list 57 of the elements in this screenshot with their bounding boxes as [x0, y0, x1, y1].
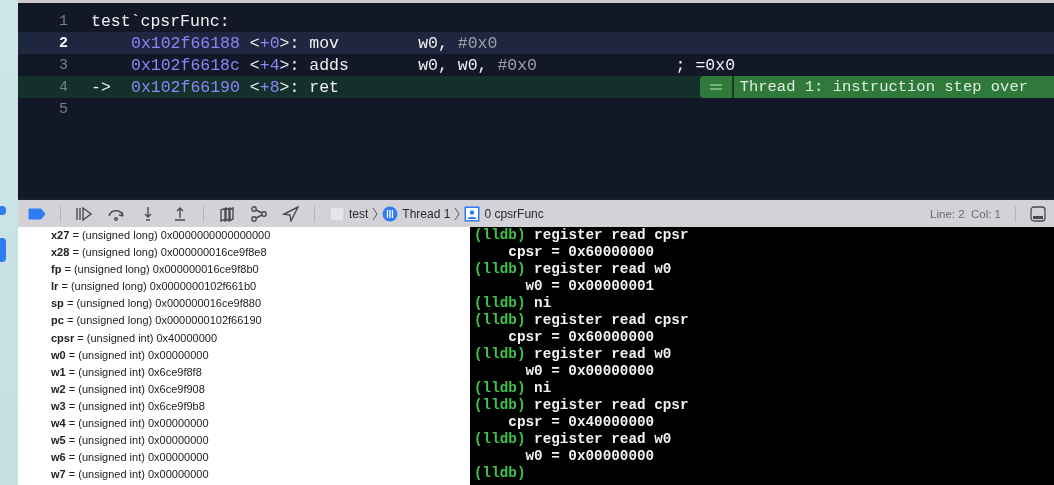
badge-text: Thread 1: instruction step over: [738, 77, 1029, 98]
pc-arrow: ->: [91, 77, 111, 97]
variable-row[interactable]: w7 = (unsigned int) 0x00000000: [51, 466, 470, 484]
console-command: (lldb) ni: [474, 380, 553, 397]
console-command: (lldb): [474, 465, 527, 482]
console-command: (lldb) register read w0: [474, 346, 673, 363]
cursor-position: Line: 2 Col: 1: [930, 207, 1001, 220]
console-output: w0 = 0x00000000: [524, 448, 656, 465]
variable-row[interactable]: w6 = (unsigned int) 0x00000000: [51, 449, 470, 467]
console-command: (lldb) register read cpsr: [474, 397, 690, 414]
variable-row[interactable]: x28 = (unsigned long) 0x000000016ce9f8e8: [51, 244, 470, 262]
line-number: 2: [58, 34, 68, 52]
console-command: (lldb) register read cpsr: [474, 312, 690, 329]
console-output: cpsr = 0x60000000: [507, 329, 656, 346]
layers-icon[interactable]: [218, 205, 236, 222]
console-output: cpsr = 0x60000000: [507, 244, 656, 261]
console-output: cpsr = 0x40000000: [507, 414, 656, 431]
console-output: w0 = 0x00000000: [524, 363, 656, 380]
variable-row[interactable]: w1 = (unsigned int) 0x6ce9f8f8: [51, 363, 470, 381]
console-command: (lldb) ni: [474, 295, 553, 312]
breadcrumb-item[interactable]: test: [329, 205, 369, 222]
code-line: 0x102f66188 <+0>: mov w0, #0x0: [131, 33, 498, 53]
breakpoints-toggle[interactable]: [28, 207, 46, 220]
variable-row[interactable]: w5 = (unsigned int) 0x00000000: [51, 432, 470, 450]
chevron-icon: [372, 206, 379, 221]
variable-row[interactable]: fp = (unsigned long) 0x000000016ce9f8b0: [51, 261, 470, 279]
variable-row[interactable]: w4 = (unsigned int) 0x00000000: [51, 415, 470, 433]
breadcrumb-item[interactable]: 0 cpsrFunc: [464, 205, 544, 222]
console-output: w0 = 0x00000001: [524, 278, 656, 295]
console-command: (lldb) register read w0: [474, 261, 673, 278]
variable-row[interactable]: w3 = (unsigned int) 0x6ce9f9b8: [51, 397, 470, 416]
console-command: (lldb) register read cpsr: [474, 227, 690, 244]
line-number: 5: [58, 100, 68, 118]
chevron-icon: [454, 206, 461, 221]
variable-row[interactable]: cpsr = (unsigned int) 0x40000000: [51, 329, 470, 347]
line-number: 1: [58, 12, 68, 30]
breadcrumb-item[interactable]: Thread 1: [382, 205, 451, 222]
thread-icon: [382, 205, 399, 222]
code-line: 0x102f6618c <+4>: adds w0, w0, #0x0 ; =0x0: [131, 55, 736, 75]
console-command: (lldb) register read w0: [474, 431, 673, 448]
variable-row[interactable]: w2 = (unsigned int) 0x6ce9f908: [51, 380, 470, 398]
variable-row[interactable]: pc = (unsigned long) 0x0000000102f66190: [51, 312, 470, 330]
continue-icon[interactable]: [75, 205, 93, 222]
location-icon[interactable]: [282, 205, 300, 222]
person-icon: [464, 205, 481, 222]
variable-row[interactable]: w0 = (unsigned int) 0x00000000: [51, 346, 470, 364]
code-line: test`cpsrFunc:: [91, 11, 230, 31]
panel-toggle-icon[interactable]: [1030, 205, 1046, 222]
line-number: 4: [58, 78, 68, 96]
graph-icon[interactable]: [250, 205, 268, 222]
variable-row[interactable]: x27 = (unsigned long) 0x0000000000000000: [51, 227, 470, 245]
variable-row[interactable]: sp = (unsigned long) 0x000000016ce9f880: [51, 295, 470, 313]
line-number: 3: [58, 56, 68, 74]
code-line: 0x102f66190 <+8>: ret: [131, 77, 339, 97]
app-icon: [329, 205, 345, 222]
equals-icon: [709, 84, 722, 90]
variable-row[interactable]: lr = (unsigned long) 0x0000000102f661b0: [51, 278, 470, 296]
